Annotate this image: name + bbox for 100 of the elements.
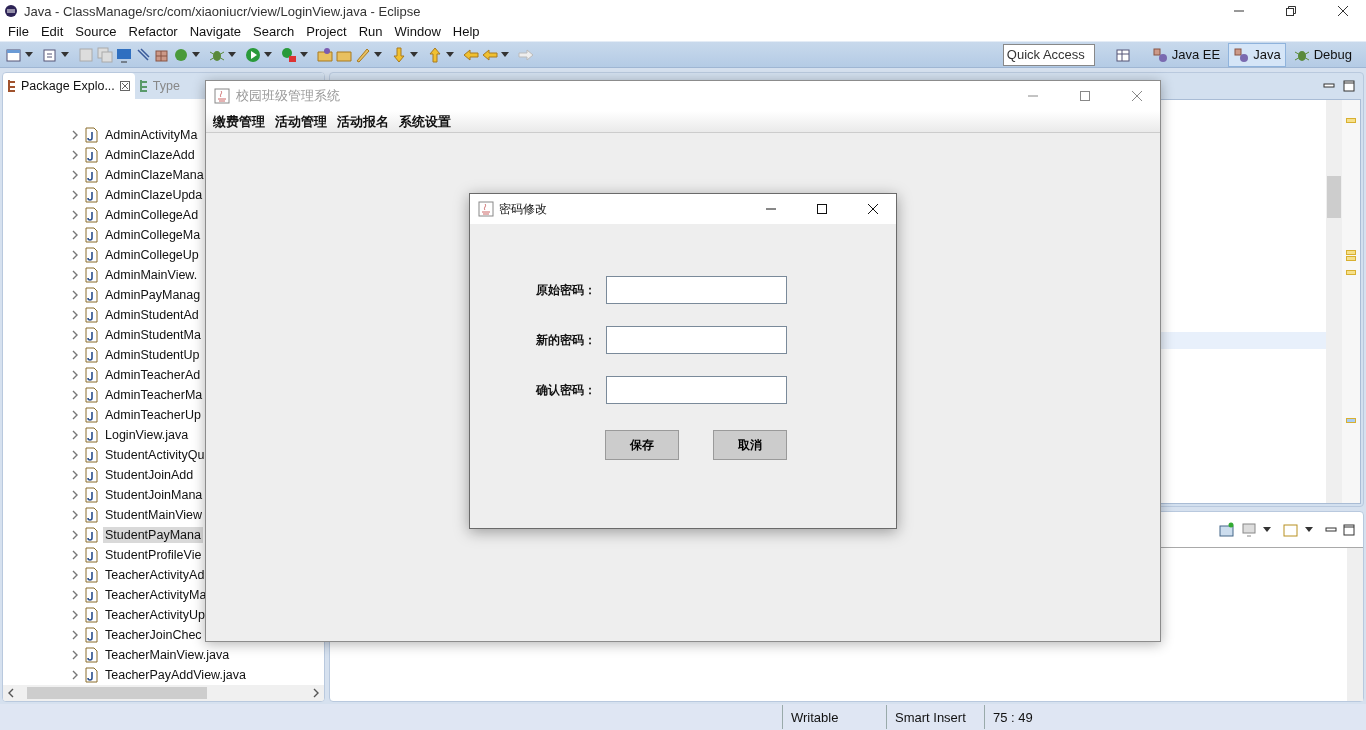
chevron-icon[interactable] [71,430,79,441]
menu-item[interactable]: Source [69,23,123,39]
chevron-icon[interactable] [71,190,79,201]
tree-item[interactable]: AdminClazeMana [103,167,206,184]
chevron-icon[interactable] [71,590,79,601]
tree-item[interactable]: AdminActivityMa [103,127,200,144]
close-icon[interactable] [1337,5,1349,17]
password-field[interactable] [606,276,787,304]
chevron-icon[interactable] [71,270,79,281]
chevron-right-icon[interactable] [312,688,320,699]
menu-item[interactable]: File [2,23,35,39]
menu-item[interactable]: Help [446,23,486,39]
close-icon[interactable] [867,203,879,215]
tree-item[interactable]: StudentJoinMana [103,487,205,504]
menu-item[interactable]: Refactor [122,23,184,39]
dialog-button[interactable]: 保存 [605,430,679,460]
tree-item[interactable]: AdminStudentMa [103,327,203,344]
horizontal-scrollbar[interactable] [3,685,324,702]
chevron-icon[interactable] [71,670,79,681]
menu-item[interactable]: Search [247,23,301,39]
chevron-icon[interactable] [71,410,79,421]
menu-item[interactable]: Run [352,23,389,39]
chevron-icon[interactable] [71,450,79,461]
chevron-icon[interactable] [71,130,79,141]
tree-item[interactable]: AdminTeacherMa [103,387,205,404]
chevron-icon[interactable] [71,630,79,641]
tree-item[interactable]: StudentProfileVie [103,547,204,564]
chevron-icon[interactable] [71,150,79,161]
perspective-button[interactable]: Debug [1288,42,1357,67]
tree-item[interactable]: StudentActivityQu [103,447,207,464]
tree-item[interactable]: AdminCollegeUp [103,247,201,264]
dialog-button[interactable]: 取消 [713,430,787,460]
tree-item[interactable]: AdminMainView. [103,267,200,284]
chevron-icon[interactable] [71,250,79,261]
chevron-icon[interactable] [71,310,79,321]
minimize-icon[interactable] [1323,82,1335,91]
minimize-icon[interactable] [1325,525,1337,534]
chevron-icon[interactable] [71,290,79,301]
caret-icon[interactable] [61,51,69,58]
menu-item[interactable]: 活动报名 [332,112,394,131]
tree-item[interactable]: AdminClazeUpda [103,187,205,204]
chevron-icon[interactable] [71,550,79,561]
tree-item[interactable]: AdminStudentUp [103,347,202,364]
tree-item[interactable]: LoginView.java [103,427,191,444]
perspective-button[interactable]: Java EE [1146,42,1226,67]
caret-icon[interactable] [374,51,382,58]
chevron-icon[interactable] [71,470,79,481]
tree-item[interactable]: TeacherActivityMa [103,587,209,604]
menu-item[interactable]: Window [388,23,447,39]
tree-item[interactable]: TeacherActivityAd [103,567,207,584]
menu-item[interactable]: Project [300,23,353,39]
caret-icon[interactable] [228,51,236,58]
chevron-left-icon[interactable] [7,688,15,699]
perspective-button[interactable]: Java [1228,42,1286,67]
tree-item[interactable]: TeacherMainView.java [103,647,232,664]
chevron-icon[interactable] [71,390,79,401]
chevron-icon[interactable] [71,230,79,241]
monitor-icon[interactable] [116,46,132,63]
caret-icon[interactable] [1263,526,1271,533]
tree-item[interactable]: AdminCollegeAd [103,207,201,224]
restore-icon[interactable] [1285,5,1297,17]
chevron-icon[interactable] [71,530,79,541]
chevron-icon[interactable] [71,170,79,181]
chevron-icon[interactable] [71,330,79,341]
play-icon[interactable] [245,46,261,63]
folder-icon[interactable] [317,46,333,63]
tree-item[interactable]: TeacherActivityUp [103,607,208,624]
perspective-icon[interactable] [1114,46,1131,63]
menu-item[interactable]: Navigate [183,23,247,39]
tree-item[interactable]: AdminCollegeMa [103,227,203,244]
chevron-icon[interactable] [71,510,79,521]
menu-item[interactable]: 系统设置 [394,112,456,131]
tree-item[interactable]: AdminClazeAdd [103,147,197,164]
chevron-icon[interactable] [71,210,79,221]
caret-icon[interactable] [25,51,33,58]
caret-icon[interactable] [1305,526,1313,533]
caret-icon[interactable] [264,51,272,58]
chevron-icon[interactable] [71,610,79,621]
chevron-icon[interactable] [71,650,79,661]
tree-item[interactable]: StudentMainView [103,507,205,524]
maximize-icon[interactable] [816,203,828,215]
chevron-icon[interactable] [71,350,79,361]
tree-item[interactable]: AdminTeacherAd [103,367,203,384]
chevron-icon[interactable] [71,490,79,501]
tree-item[interactable]: TeacherJoinChec [103,627,204,644]
password-field[interactable] [606,376,787,404]
tree-item[interactable]: StudentPayMana [103,527,203,544]
menu-item[interactable]: 活动管理 [270,112,332,131]
chevron-icon[interactable] [71,370,79,381]
vertical-scrollbar[interactable] [1347,548,1363,702]
caret-icon[interactable] [446,51,454,58]
password-field[interactable] [606,326,787,354]
caret-icon[interactable] [410,51,418,58]
menu-item[interactable]: 缴费管理 [208,112,270,131]
tree-item[interactable]: TeacherPayAddView.java [103,667,248,684]
tree-item[interactable]: AdminTeacherUp [103,407,203,424]
vertical-scrollbar[interactable] [1326,100,1342,504]
view-tab[interactable]: Package Explo... [3,73,135,100]
caret-icon[interactable] [300,51,308,58]
quick-access-field[interactable]: Quick Access [1002,43,1095,66]
